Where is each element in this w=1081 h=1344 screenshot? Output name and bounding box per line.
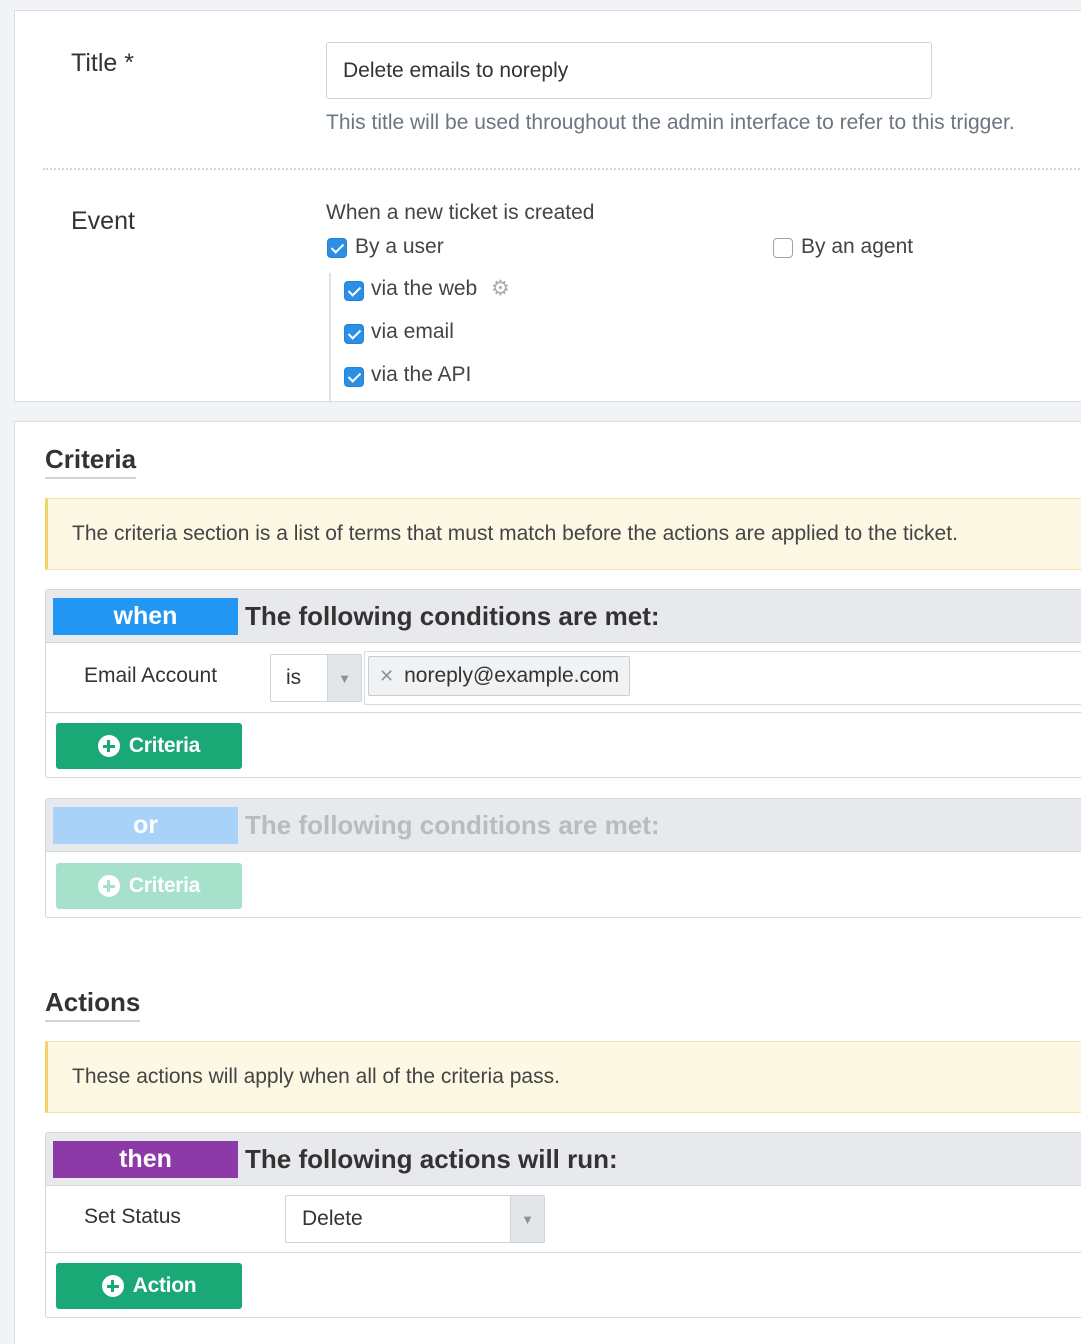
actions-section-title: Actions [45,987,141,1022]
value-chip-label: noreply@example.com [404,664,620,687]
via-api-checkbox[interactable] [344,367,364,387]
remove-icon[interactable]: ✕ [379,666,394,687]
then-group-header: then The following actions will run: [46,1133,1081,1186]
then-group-heading: The following actions will run: [245,1144,618,1174]
add-criteria-button[interactable]: Criteria [56,723,242,769]
via-web-label: via the web [371,277,478,300]
criteria-actions-panel: Criteria The criteria section is a list … [14,421,1081,1344]
via-api-label: via the API [371,363,472,386]
title-label: Title * [71,49,134,77]
when-condition-group: when The following conditions are met: E… [45,589,1081,778]
chevron-down-icon: ▼ [510,1196,544,1242]
event-heading: When a new ticket is created [326,201,595,224]
chevron-down-icon: ▼ [327,655,361,701]
section-divider [43,168,1081,170]
via-email-checkbox[interactable] [344,324,364,344]
via-web-checkbox[interactable] [344,281,364,301]
status-value: Delete [302,1207,363,1230]
operator-value: is [286,666,302,689]
plus-circle-icon [101,1275,124,1297]
criteria-field-label: Email Account [84,664,218,687]
by-user-label: By a user [355,235,444,258]
criteria-section-title: Criteria [45,444,137,479]
title-input[interactable] [326,42,932,99]
add-or-criteria-button[interactable]: Criteria [56,863,242,909]
or-group-header: or The following conditions are met: [46,799,1081,852]
operator-select[interactable]: is ▼ [270,654,362,702]
plus-circle-icon [97,875,120,897]
by-agent-label: By an agent [801,235,914,258]
action-field-label: Set Status [84,1205,181,1228]
when-group-header: when The following conditions are met: [46,590,1081,643]
when-group-heading: The following conditions are met: [245,601,660,631]
title-help-text: This title will be used throughout the a… [326,111,1015,134]
when-tag: when [53,598,238,635]
row-divider [46,712,1081,713]
event-label: Event [71,207,135,235]
or-group-heading: The following conditions are met: [245,810,660,840]
trigger-details-panel: Title * This title will be used througho… [14,10,1081,403]
add-action-button[interactable]: Action [56,1263,242,1309]
or-tag: or [53,807,238,844]
row-divider [46,1252,1081,1253]
by-user-checkbox[interactable] [327,238,347,258]
by-agent-checkbox[interactable] [773,238,793,258]
gear-icon[interactable]: ⚙ [491,276,510,301]
value-chip: ✕ noreply@example.com [368,656,631,696]
then-tag: then [53,1141,238,1178]
plus-circle-icon [97,735,120,757]
via-email-label: via email [371,320,454,343]
status-select[interactable]: Delete ▼ [285,1195,545,1243]
actions-notice: These actions will apply when all of the… [45,1041,1081,1113]
criteria-notice: The criteria section is a list of terms … [45,498,1081,570]
or-condition-group: or The following conditions are met: Cri… [45,798,1081,918]
sub-options-guide [329,273,331,403]
then-action-group: then The following actions will run: Set… [45,1132,1081,1318]
